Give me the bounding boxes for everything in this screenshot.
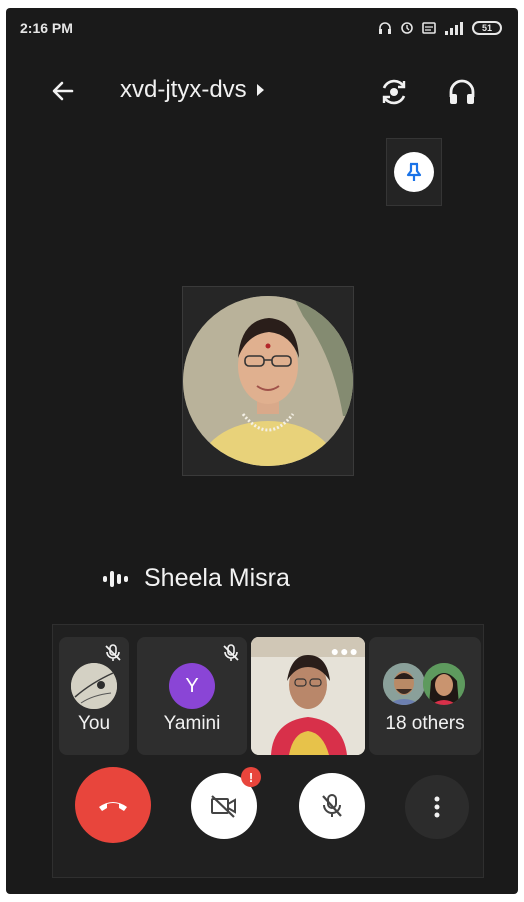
status-icons: 51	[378, 21, 502, 35]
signal-icon	[445, 22, 463, 35]
pin-circle	[394, 152, 434, 192]
speaker-photo	[183, 296, 353, 466]
more-options-icon[interactable]: ●●●	[331, 643, 359, 659]
more-menu-button[interactable]	[405, 775, 469, 839]
status-time: 2:16 PM	[20, 20, 73, 36]
headphones-icon	[449, 79, 475, 104]
headset-status-icon	[379, 22, 391, 34]
pin-icon	[406, 162, 422, 181]
participant-tile-yamini[interactable]: Y Yamini	[137, 637, 247, 755]
participants-panel: You Y Yamini ●●● 18 others !	[52, 624, 484, 878]
participant-label: 18 others	[385, 713, 465, 734]
arrow-left-icon	[52, 81, 74, 101]
caret-right-icon	[256, 84, 264, 96]
yamini-avatar: Y	[169, 663, 215, 709]
participant-label: Yamini	[163, 713, 221, 734]
hang-up-icon	[99, 802, 127, 811]
mic-off-icon	[223, 644, 239, 661]
speaker-name: Sheela Misra	[144, 564, 290, 592]
camera-alert-badge: !	[241, 767, 261, 787]
others-avatar-1	[383, 663, 425, 705]
participant-video-tile[interactable]: ●●●	[251, 637, 365, 755]
you-avatar	[71, 663, 117, 709]
camera-toggle-button[interactable]: !	[191, 767, 261, 839]
switch-camera-icon	[382, 79, 406, 105]
back-button[interactable]	[46, 74, 80, 108]
participant-tile-you[interactable]: You	[59, 637, 129, 755]
top-app-bar: xvd-jtyx-dvs	[6, 60, 518, 120]
switch-camera-button[interactable]	[374, 72, 414, 112]
videocam-off-icon	[211, 795, 236, 818]
pin-button[interactable]	[386, 138, 442, 206]
audio-level-icon	[103, 570, 128, 587]
more-vert-icon	[434, 796, 440, 818]
mic-toggle-button[interactable]	[299, 773, 365, 839]
speaker-avatar	[183, 296, 353, 466]
meeting-code: xvd-jtyx-dvs	[120, 76, 247, 103]
meeting-code-button[interactable]: xvd-jtyx-dvs	[120, 76, 264, 104]
others-avatar-2	[423, 663, 465, 705]
participant-label: You	[77, 713, 111, 734]
battery-icon: 51	[472, 21, 502, 35]
audio-output-button[interactable]	[442, 72, 482, 112]
mic-off-icon	[105, 644, 121, 661]
participant-tile-others[interactable]: 18 others	[369, 637, 481, 755]
you-avatar-image	[71, 663, 117, 709]
alarm-status-icon	[401, 22, 413, 34]
mic-off-icon	[322, 794, 342, 817]
others-avatar-2-image	[423, 663, 465, 705]
active-speaker-tile[interactable]	[182, 286, 354, 476]
meet-screen: 2:16 PM 51 xvd-jtyx-dvs Sheela Misra You…	[6, 8, 518, 894]
message-status-icon	[422, 22, 436, 34]
speaker-name-row: Sheela Misra	[102, 564, 290, 593]
status-bar: 2:16 PM 51	[6, 8, 518, 48]
end-call-button[interactable]	[75, 767, 151, 843]
others-avatar-1-image	[383, 663, 425, 705]
